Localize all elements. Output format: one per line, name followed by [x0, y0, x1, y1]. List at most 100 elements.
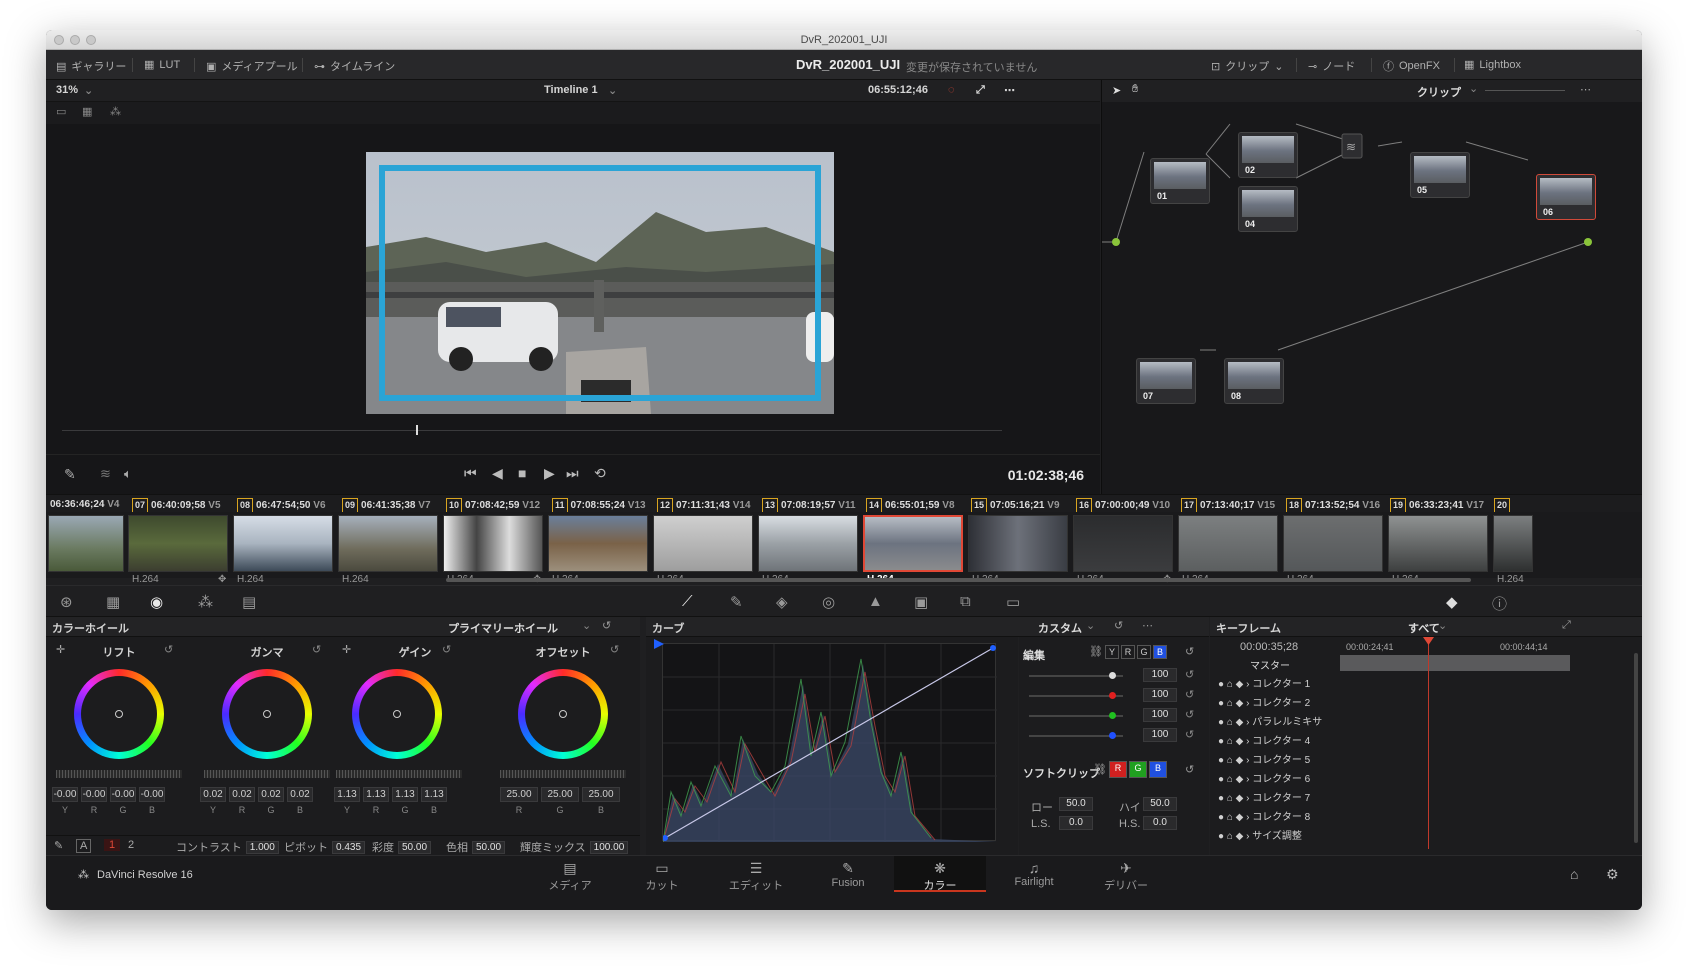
clip-info[interactable]: 11 07:08:55;24 V13 [552, 498, 646, 513]
lut-button[interactable]: ▦ LUT [144, 58, 180, 72]
clip-info[interactable]: 07 06:40:09;58 V5 [132, 498, 221, 513]
reset-icon[interactable]: ↺ [1185, 708, 1194, 721]
node-02[interactable]: 02 [1238, 132, 1298, 178]
lum-mix-param[interactable]: 輝度ミックス 100.00 [520, 839, 629, 855]
contrast-param[interactable]: コントラスト 1.000 [176, 839, 279, 855]
gamma-wheel[interactable]: ガンマ ↺ 0.02 0.02 0.02 0.02 YRGB [194, 637, 340, 835]
reset-icon[interactable]: ↺ [1185, 763, 1194, 776]
nav-media[interactable]: ▤ メディア [524, 856, 616, 892]
reset-icon[interactable]: ↺ [1114, 619, 1123, 632]
color-picker-icon[interactable]: ◌ [948, 84, 955, 96]
clip-info[interactable]: 06:36:46;24 V4 [50, 498, 120, 511]
motion-effects-icon[interactable]: ▤ [242, 593, 256, 611]
wheels-mode-select[interactable]: プライマリーホイール [448, 620, 558, 636]
clip-thumbnail[interactable] [1283, 515, 1383, 572]
clip-thumbnail[interactable] [1388, 515, 1488, 572]
openfx-button[interactable]: ⓕ OpenFX [1383, 58, 1440, 74]
fullscreen-icon[interactable]: ⤢ [976, 84, 985, 97]
node-mode[interactable]: クリップ [1417, 84, 1461, 100]
g-chip[interactable]: G [1137, 645, 1151, 659]
reset-icon[interactable]: ↺ [602, 619, 611, 632]
sizing-icon[interactable]: ⧉ [960, 593, 971, 610]
page-2-button[interactable]: 2 [128, 839, 134, 851]
color-match-icon[interactable]: ▦ [106, 593, 120, 611]
lightbox-button[interactable]: ▦ Lightbox [1464, 58, 1521, 72]
kf-track-row[interactable]: ● ⌂ ◆ › コレクター 7 [1210, 789, 1340, 808]
kf-track-row[interactable]: ● ⌂ ◆ › コレクター 2 [1210, 694, 1340, 713]
expand-icon[interactable]: ⤢ [1562, 619, 1571, 632]
viewer-frame[interactable] [366, 152, 834, 414]
blur-icon[interactable]: ▲ [868, 593, 883, 610]
keyframes-filter[interactable]: すべて [1408, 620, 1440, 636]
offset-wheel[interactable]: オフセット ↺ 25.00 25.00 25.00 RGB [490, 637, 636, 835]
loop-icon[interactable]: ⟲ [594, 465, 606, 482]
clip-info[interactable]: 18 07:13:52;54 V16 [1286, 498, 1380, 513]
clip-info[interactable]: 08 06:47:54;50 V6 [237, 498, 326, 513]
low-value[interactable]: 50.0 [1059, 797, 1093, 811]
chevron-down-icon[interactable]: ⌄ [1438, 619, 1447, 632]
hand-icon[interactable]: ✋︎ [1132, 83, 1138, 96]
more-icon[interactable]: ⋯ [1580, 83, 1591, 96]
y-chip[interactable]: Y [1105, 645, 1119, 659]
kf-track-row[interactable]: ● ⌂ ◆ › コレクター 1 [1210, 675, 1340, 694]
gain-wheel[interactable]: ✛ ゲイン ↺ 1.13 1.13 1.13 1.13 YRGB [334, 637, 488, 835]
color-wheels-icon[interactable]: ◉ [150, 593, 163, 611]
hs-value[interactable]: 0.0 [1143, 816, 1177, 830]
kf-track-row[interactable]: ● ⌂ ◆ › サイズ調整 [1210, 827, 1340, 846]
nodes-button[interactable]: ⊸ ノード [1308, 58, 1355, 74]
auto-icon[interactable]: A [76, 839, 92, 853]
clip-info[interactable]: 09 06:41:35;38 V7 [342, 498, 431, 513]
eyedropper-icon[interactable]: ✎ [64, 466, 76, 483]
clip-thumbnail[interactable] [548, 515, 648, 572]
chevron-down-icon[interactable]: ⌄ [582, 619, 591, 632]
b-value[interactable]: 100 [1143, 728, 1177, 742]
reset-icon[interactable]: ↺ [1185, 728, 1194, 741]
hue-param[interactable]: 色相 50.00 [446, 839, 506, 855]
info-icon[interactable]: ⓘ [1492, 593, 1507, 614]
reset-icon[interactable]: ↺ [610, 643, 619, 656]
clip-info[interactable]: 20 [1494, 498, 1513, 513]
master-track[interactable] [1340, 655, 1570, 671]
page-1-button[interactable]: 1 [104, 839, 121, 851]
magic-wand-icon[interactable]: ⁂ [110, 105, 121, 118]
thumbnail-scrollbar[interactable] [446, 578, 1471, 582]
clip-thumbnail[interactable] [1178, 515, 1278, 572]
clip-info[interactable]: 10 07:08:42;59 V12 [446, 498, 540, 513]
clip-thumbnail[interactable] [443, 515, 543, 572]
kf-scrollbar[interactable] [1634, 653, 1638, 843]
go-to-start-icon[interactable]: ⏮︎ [464, 465, 477, 482]
node-05[interactable]: 05 [1410, 152, 1470, 198]
clip-info[interactable]: 12 07:11:31;43 V14 [657, 498, 751, 513]
r-chip[interactable]: R [1109, 761, 1127, 778]
r-value[interactable]: 100 [1143, 688, 1177, 702]
clip-info[interactable]: 17 07:13:40;17 V15 [1181, 498, 1275, 513]
tracker-icon[interactable]: ◎ [822, 593, 835, 611]
media-pool-button[interactable]: ▣ メディアプール [206, 58, 298, 74]
b-chip[interactable]: B [1153, 645, 1167, 659]
nav-fairlight[interactable]: ♫ Fairlight [988, 856, 1080, 892]
clip-info[interactable]: 14 06:55:01;59 V8 [866, 498, 955, 513]
master-wheel[interactable] [204, 770, 330, 778]
clip-thumbnail[interactable] [338, 515, 438, 572]
rgb-mixer-icon[interactable]: ⁂ [198, 593, 213, 611]
kf-track-row[interactable]: ● ⌂ ◆ › パラレルミキサ [1210, 713, 1340, 732]
layers-icon[interactable]: ≋ [100, 466, 111, 482]
clip-mode-button[interactable]: ⊡ クリップ ⌄ [1211, 58, 1283, 74]
clip-thumbnail[interactable] [758, 515, 858, 572]
node-07[interactable]: 07 [1136, 358, 1196, 404]
node-01[interactable]: 01 [1150, 158, 1210, 204]
curves-mode-select[interactable]: カスタム [1038, 620, 1082, 636]
play-icon[interactable]: ▶ [544, 465, 555, 482]
nav-color[interactable]: ❋ カラー [894, 856, 986, 892]
reset-icon[interactable]: ↺ [1185, 688, 1194, 701]
window-controls[interactable] [54, 35, 96, 45]
b-chip[interactable]: B [1149, 761, 1167, 778]
single-view-icon[interactable]: ▭ [56, 105, 66, 118]
scrubber-handle[interactable] [416, 425, 418, 435]
kf-track-row[interactable]: ● ⌂ ◆ › コレクター 6 [1210, 770, 1340, 789]
chevron-down-icon[interactable]: ⌄ [1086, 619, 1095, 632]
stop-icon[interactable]: ■ [518, 465, 526, 481]
chevron-down-icon[interactable]: ⌄ [608, 84, 617, 97]
master-wheel[interactable] [500, 770, 626, 778]
high-value[interactable]: 50.0 [1143, 797, 1177, 811]
